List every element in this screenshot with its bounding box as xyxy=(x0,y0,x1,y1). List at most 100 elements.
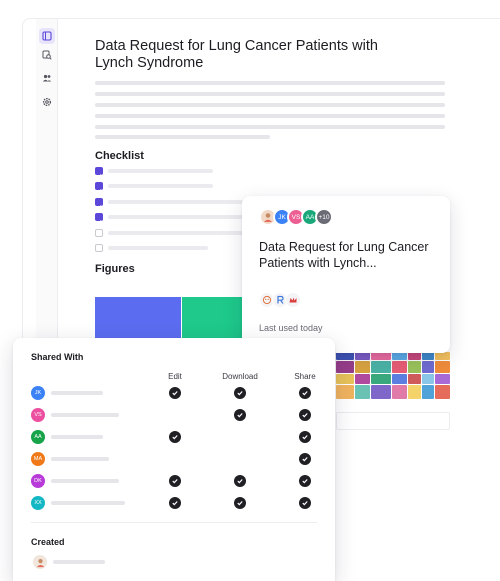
share-permission-check[interactable] xyxy=(299,431,311,443)
sidebar-item-settings[interactable] xyxy=(39,94,55,110)
share-permission-check[interactable] xyxy=(299,453,311,465)
edit-permission-check[interactable] xyxy=(169,387,181,399)
avatar: VS xyxy=(31,408,45,422)
check-icon xyxy=(237,413,243,418)
figures-heading: Figures xyxy=(95,263,135,275)
sidebar-item-search-documents[interactable] xyxy=(39,47,55,63)
check-icon xyxy=(96,220,102,225)
crown-logo-icon xyxy=(289,297,297,303)
checklist-heading: Checklist xyxy=(95,150,144,162)
shared-user-row[interactable]: JK xyxy=(13,386,335,400)
document-preview-card[interactable]: JK VS AA +10 Data Request for Lung Cance… xyxy=(242,196,450,353)
settings-icon xyxy=(42,97,52,107)
shared-with-heading: Shared With xyxy=(31,352,84,362)
checklist-checkbox[interactable] xyxy=(95,213,103,225)
treemap-figure xyxy=(336,352,450,399)
collaborator-avatars: JK VS AA +10 xyxy=(259,208,333,226)
user-name-placeholder xyxy=(51,391,103,395)
table-placeholder-line xyxy=(336,412,450,430)
checklist-checkbox[interactable] xyxy=(95,198,103,210)
check-icon xyxy=(237,391,243,396)
avatar: MA xyxy=(31,452,45,466)
column-header-download: Download xyxy=(222,372,258,381)
download-permission-check[interactable] xyxy=(234,475,246,487)
figure-bar-green xyxy=(182,297,242,339)
more-avatars-count: +10 xyxy=(315,208,333,226)
figure-bar-blue xyxy=(95,297,181,339)
share-permission-check[interactable] xyxy=(299,497,311,509)
check-icon xyxy=(302,479,308,484)
check-icon xyxy=(96,205,102,210)
creator-name-placeholder xyxy=(53,560,105,564)
organization-logo xyxy=(285,292,301,308)
check-icon xyxy=(302,413,308,418)
check-icon xyxy=(237,501,243,506)
text-placeholder xyxy=(95,135,270,139)
text-placeholder xyxy=(95,103,445,107)
search-document-icon xyxy=(42,50,52,60)
text-placeholder xyxy=(95,125,445,129)
checklist-item-text xyxy=(108,169,213,173)
edit-permission-check[interactable] xyxy=(169,475,181,487)
user-name-placeholder xyxy=(51,435,103,439)
last-used-label: Last used today xyxy=(259,323,323,333)
user-name-placeholder xyxy=(51,501,125,505)
column-header-share: Share xyxy=(294,372,316,381)
checklist-item-text xyxy=(108,231,243,235)
sidebar-item-document[interactable] xyxy=(39,28,55,44)
column-header-edit: Edit xyxy=(168,372,182,381)
text-placeholder xyxy=(95,92,445,96)
checklist-item-text xyxy=(108,200,243,204)
shared-user-row[interactable]: AA xyxy=(13,430,335,444)
shared-user-row[interactable]: XX xyxy=(13,496,335,510)
share-permission-check[interactable] xyxy=(299,409,311,421)
download-permission-check[interactable] xyxy=(234,409,246,421)
sidebar-item-people[interactable] xyxy=(39,70,55,86)
checklist-checkbox[interactable] xyxy=(95,244,103,252)
checklist-checkbox[interactable] xyxy=(95,229,103,237)
text-placeholder xyxy=(95,114,445,118)
avatar: AA xyxy=(31,430,45,444)
check-icon xyxy=(172,435,178,440)
avatar: JK xyxy=(31,386,45,400)
share-permission-check[interactable] xyxy=(299,387,311,399)
edit-permission-check[interactable] xyxy=(169,497,181,509)
face-logo-icon xyxy=(262,295,272,305)
created-heading: Created xyxy=(31,537,65,547)
creator-avatar xyxy=(33,555,47,569)
check-icon xyxy=(302,435,308,440)
check-icon xyxy=(302,391,308,396)
avatar: XX xyxy=(31,496,45,510)
checklist-checkbox[interactable] xyxy=(95,167,103,179)
check-icon xyxy=(172,391,178,396)
person-photo-icon xyxy=(36,558,44,567)
check-icon xyxy=(237,479,243,484)
edit-permission-check[interactable] xyxy=(169,431,181,443)
check-icon xyxy=(96,189,102,194)
letter-r-logo-icon xyxy=(277,295,284,304)
checklist-item-text xyxy=(108,215,243,219)
people-icon xyxy=(42,74,52,82)
check-icon xyxy=(96,174,102,179)
shared-user-row[interactable]: MA xyxy=(13,452,335,466)
check-icon xyxy=(302,457,308,462)
user-name-placeholder xyxy=(51,413,119,417)
user-name-placeholder xyxy=(51,457,109,461)
divider xyxy=(31,522,317,523)
sharing-panel: Shared With Edit Download Share JK VS AA… xyxy=(13,338,335,581)
card-title: Data Request for Lung Cancer Patients wi… xyxy=(259,240,429,270)
shared-user-row[interactable]: VS xyxy=(13,408,335,422)
checklist-item-text xyxy=(108,184,213,188)
avatar: DK xyxy=(31,474,45,488)
check-icon xyxy=(172,479,178,484)
page-title: Data Request for Lung Cancer Patients wi… xyxy=(95,38,378,71)
download-permission-check[interactable] xyxy=(234,497,246,509)
shared-user-row[interactable]: DK xyxy=(13,474,335,488)
check-icon xyxy=(172,501,178,506)
share-permission-check[interactable] xyxy=(299,475,311,487)
checklist-checkbox[interactable] xyxy=(95,182,103,194)
organization-logos xyxy=(259,292,301,308)
download-permission-check[interactable] xyxy=(234,387,246,399)
checklist-item-text xyxy=(108,246,208,250)
user-name-placeholder xyxy=(51,479,119,483)
